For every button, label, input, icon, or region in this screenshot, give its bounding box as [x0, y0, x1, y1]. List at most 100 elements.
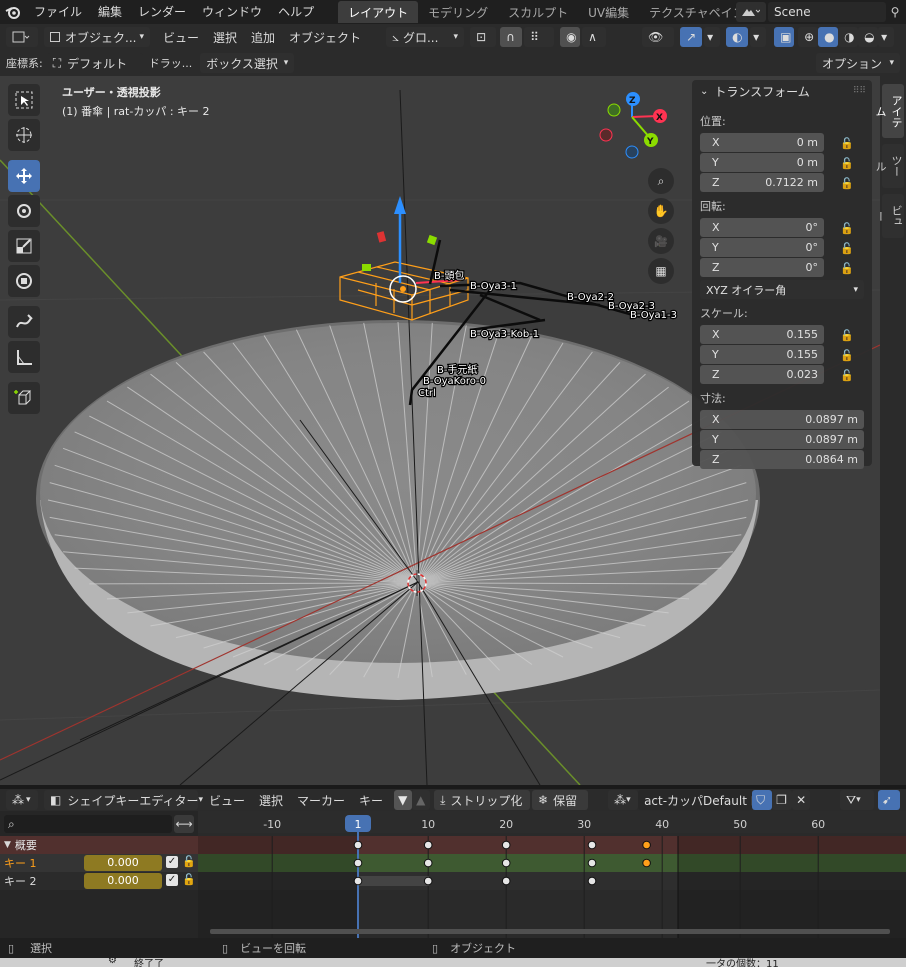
hand-pan-icon[interactable]: ✋ [648, 198, 674, 224]
lock-icon[interactable]: 🔓 [840, 262, 854, 275]
scene-name-field[interactable]: Scene [768, 2, 886, 22]
lock-icon[interactable]: 🔓 [840, 369, 854, 382]
transform-tool[interactable] [8, 265, 40, 297]
unlink-action-button[interactable]: ✕ [792, 790, 811, 810]
blender-logo-icon[interactable] [0, 0, 26, 24]
shading-material[interactable]: ◑ [838, 27, 859, 47]
shading-dropdown[interactable]: ▾ [878, 27, 895, 47]
pivot-point-button[interactable]: ⊡ [470, 27, 497, 47]
menu-render[interactable]: レンダー [130, 0, 194, 24]
snap-target-button[interactable]: ⠿ [524, 27, 555, 47]
key2-value-field[interactable]: 0.000 [84, 873, 162, 889]
rot-z-field[interactable]: Z 0° [700, 258, 824, 277]
loc-y-field[interactable]: Y 0 m [700, 153, 824, 172]
drag-selector[interactable]: ボックス選択 ▾ [200, 53, 295, 73]
menu-file[interactable]: ファイル [26, 0, 90, 24]
perspective-grid-icon[interactable]: ▦ [648, 258, 674, 284]
move-up-button[interactable]: ▲ [412, 790, 431, 810]
scene-type-button[interactable] [736, 2, 766, 22]
menu-view[interactable]: ビュー [202, 792, 252, 809]
scl-z-field[interactable]: Z 0.023 [700, 365, 824, 384]
dim-y-field[interactable]: Y 0.0897 m [700, 430, 864, 449]
xray-toggle[interactable]: ▣ [774, 27, 795, 47]
menu-select[interactable]: 選択 [252, 792, 290, 809]
zoom-icon[interactable]: ⌕ [648, 168, 674, 194]
shading-solid[interactable]: ● [818, 27, 839, 47]
falloff-button[interactable]: ∧ [582, 27, 607, 47]
mode-selector[interactable]: オブジェク... ▾ [44, 27, 150, 47]
action-browse-button[interactable]: ⁂ ▾ [608, 790, 639, 810]
dim-x-field[interactable]: X 0.0897 m [700, 410, 864, 429]
loc-x-field[interactable]: X 0 m [700, 133, 824, 152]
visibility-button[interactable]: 👁 [642, 27, 675, 47]
annotate-tool[interactable] [8, 306, 40, 338]
pin-icon[interactable]: ⚲ [886, 5, 904, 19]
rotate-tool[interactable] [8, 195, 40, 227]
scl-x-field[interactable]: X 0.155 [700, 325, 824, 344]
menu-key[interactable]: キー [352, 792, 390, 809]
menu-edit[interactable]: 編集 [90, 0, 130, 24]
menu-view[interactable]: ビュー [156, 29, 206, 46]
lock-icon[interactable]: 🔓 [840, 329, 854, 342]
tab-item[interactable]: アイテム [874, 84, 904, 138]
coord-system-selector[interactable]: ⛶ デフォルト [46, 53, 143, 73]
editor-type-button[interactable] [6, 27, 38, 47]
gizmo-toggle[interactable]: ↗ [680, 27, 703, 47]
rot-y-field[interactable]: Y 0° [700, 238, 824, 257]
push-down-button[interactable]: ⤓ ストリップ化 [434, 790, 531, 810]
channel-search-input[interactable]: ⌕ [4, 815, 173, 833]
scl-y-field[interactable]: Y 0.155 [700, 345, 824, 364]
keyframe-region[interactable]: -10 10 20 30 40 50 60 1 [198, 811, 906, 938]
key1-value-field[interactable]: 0.000 [84, 855, 162, 871]
swap-icon[interactable]: ⟷ [174, 815, 194, 833]
scale-tool[interactable] [8, 230, 40, 262]
cursor-tool[interactable] [8, 119, 40, 151]
rot-x-field[interactable]: X 0° [700, 218, 824, 237]
chevron-down-icon[interactable]: ▼ [4, 840, 11, 850]
menu-marker[interactable]: マーカー [290, 792, 352, 809]
3d-viewport[interactable]: B-頭包 B-Oya3-1 B-Oya2-2 B-Oya2-3 B-Oya1-3… [0, 76, 880, 785]
options-button[interactable]: オプション ▾ [816, 53, 900, 73]
action-name-field[interactable]: act-カッパDefault ■ [638, 790, 762, 810]
channel-key2[interactable]: キー 2 0.000 ✓ 🔓 [0, 872, 198, 890]
tab-modeling[interactable]: モデリング [418, 1, 498, 23]
measure-tool[interactable] [8, 341, 40, 373]
key1-lock-icon[interactable]: 🔓 [182, 855, 196, 868]
shading-wireframe[interactable]: ⊕ [798, 27, 819, 47]
overlays-dropdown[interactable]: ▾ [750, 27, 767, 47]
key2-checkbox[interactable]: ✓ [166, 874, 178, 886]
editor-type-button[interactable]: ⁂ ▾ [6, 790, 38, 810]
shading-rendered[interactable]: ◒ [858, 27, 879, 47]
channel-key1[interactable]: キー 1 0.000 ✓ 🔓 [0, 854, 198, 872]
lock-icon[interactable]: 🔓 [840, 349, 854, 362]
stash-button[interactable]: ❄ 保留 [532, 790, 589, 810]
lock-icon[interactable]: 🔓 [840, 177, 854, 190]
tab-layout[interactable]: レイアウト [338, 1, 419, 23]
fake-user-shield[interactable]: ⛉ [752, 790, 773, 810]
select-box-tool[interactable] [8, 84, 40, 116]
menu-select[interactable]: 選択 [206, 29, 244, 46]
add-cube-tool[interactable] [8, 382, 40, 414]
menu-object[interactable]: オブジェクト [282, 29, 368, 46]
rotation-mode-selector[interactable]: XYZ オイラー角 ▾ [700, 280, 864, 299]
menu-add[interactable]: 追加 [244, 29, 282, 46]
transform-orientation-selector[interactable]: ⦣ グロ... ▾ [386, 27, 465, 47]
gizmo-dropdown[interactable]: ▾ [704, 27, 721, 47]
drag-handle-icon[interactable]: ⠿⠿ [853, 86, 866, 96]
loc-z-field[interactable]: Z 0.7122 m [700, 173, 824, 192]
tab-tool[interactable]: ツール [874, 144, 904, 188]
move-tool[interactable] [8, 160, 40, 192]
lock-icon[interactable]: 🔓 [840, 157, 854, 170]
tab-uv-editing[interactable]: UV編集 [578, 1, 639, 23]
lock-icon[interactable]: 🔓 [840, 222, 854, 235]
overlays-toggle[interactable]: ◐ [726, 27, 749, 47]
only-selected-toggle[interactable]: ➹ [878, 790, 900, 810]
camera-icon[interactable]: 🎥 [648, 228, 674, 254]
key2-lock-icon[interactable]: 🔓 [182, 873, 196, 886]
dim-z-field[interactable]: Z 0.0864 m [700, 450, 864, 469]
tab-view[interactable]: ビュー [874, 194, 904, 238]
tab-sculpt[interactable]: スカルプト [498, 1, 578, 23]
filter-button[interactable]: ⛛ ▾ [840, 790, 874, 810]
lock-icon[interactable]: 🔓 [840, 242, 854, 255]
chevron-down-icon[interactable]: ⌄ [700, 86, 708, 97]
